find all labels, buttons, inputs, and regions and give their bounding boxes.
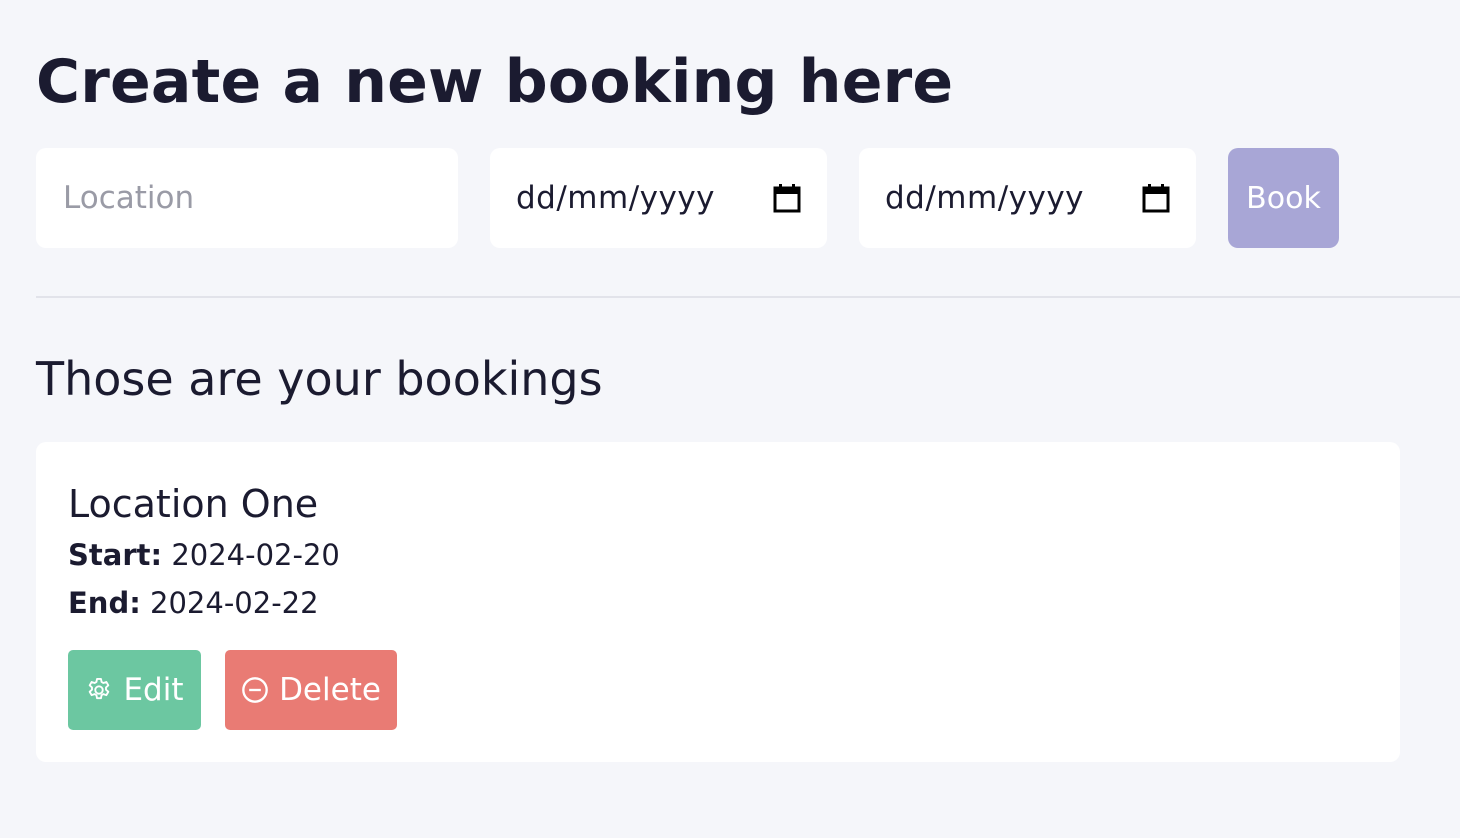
gear-icon [89,677,110,700]
booking-page: Create a new booking here dd/mm/yyyy dd/… [0,0,1460,838]
edit-button[interactable]: Edit [68,650,201,730]
section-divider [36,296,1460,298]
calendar-icon[interactable] [1142,183,1170,213]
start-value: 2024-02-20 [171,538,340,572]
page-title: Create a new booking here [36,47,954,117]
booking-card: Location One Start: 2024-02-20 End: 2024… [36,442,1400,762]
bookings-heading: Those are your bookings [36,352,603,406]
calendar-icon[interactable] [773,183,801,213]
minus-circle-icon [242,677,268,703]
edit-label: Edit [123,672,184,708]
end-value: 2024-02-22 [150,586,319,620]
delete-button[interactable]: Delete [225,650,397,730]
start-label: Start: [68,538,163,572]
end-label: End: [68,586,141,620]
start-date-field[interactable]: dd/mm/yyyy [490,148,827,248]
location-field-wrapper [36,148,458,248]
delete-label: Delete [279,672,381,708]
start-date-value: dd/mm/yyyy [516,180,716,216]
location-input[interactable] [61,179,445,217]
book-button[interactable]: Book [1228,148,1339,248]
end-date-value: dd/mm/yyyy [885,180,1085,216]
booking-start: Start: 2024-02-20 [68,536,340,574]
booking-location: Location One [68,482,319,526]
booking-end: End: 2024-02-22 [68,584,319,622]
end-date-field[interactable]: dd/mm/yyyy [859,148,1196,248]
